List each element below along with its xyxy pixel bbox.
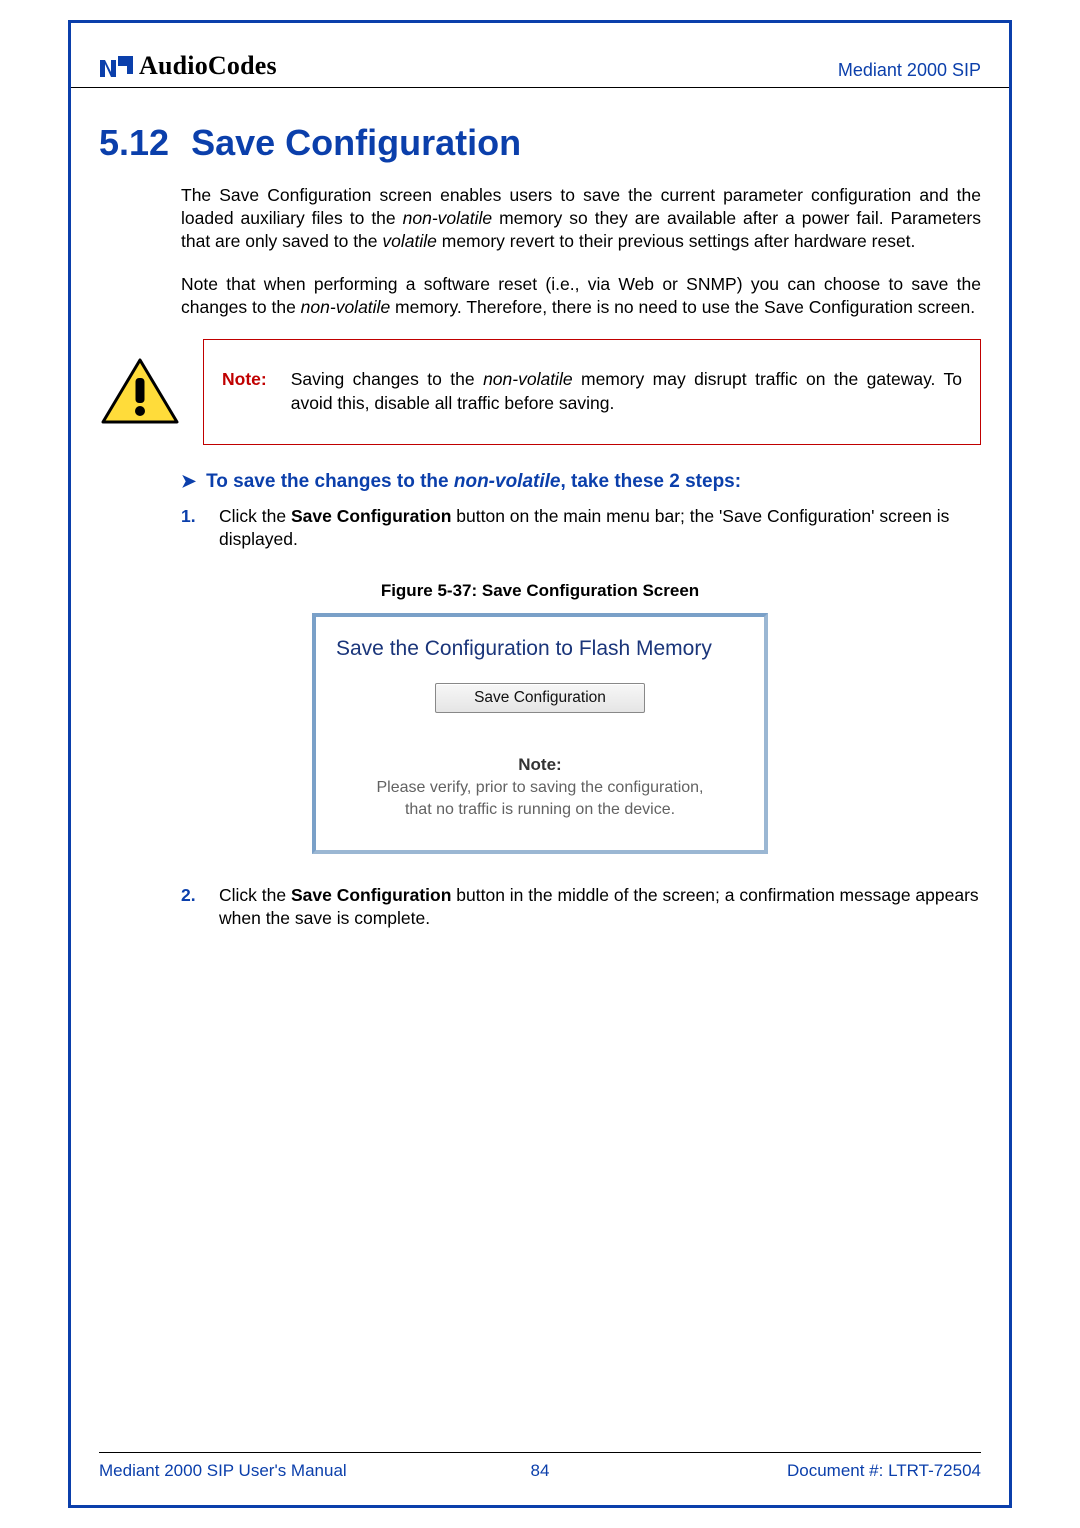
steps-list: 1. Click the Save Configuration button o…	[71, 505, 1009, 551]
step-2: 2. Click the Save Configuration button i…	[181, 884, 981, 930]
text-bold: Save Configuration	[291, 885, 451, 905]
page-header: AudioCodes Mediant 2000 SIP	[71, 23, 1009, 88]
step-1: 1. Click the Save Configuration button o…	[181, 505, 981, 551]
logo-text: AudioCodes	[139, 51, 277, 81]
section-number: 5.12	[99, 122, 169, 163]
save-config-screen: Save the Configuration to Flash Memory S…	[312, 613, 768, 854]
text-run: that no traffic is running on the device…	[405, 801, 675, 818]
body-text: The Save Configuration screen enables us…	[71, 164, 1009, 319]
save-configuration-button[interactable]: Save Configuration	[435, 683, 645, 713]
header-product-name: Mediant 2000 SIP	[838, 60, 981, 81]
section-title-text: Save Configuration	[191, 122, 521, 163]
text-run: memory revert to their previous settings…	[437, 231, 916, 251]
note-text: Saving changes to the non-volatile memor…	[291, 368, 962, 415]
step-text: Click the Save Configuration button on t…	[219, 505, 981, 551]
step-number: 2.	[181, 884, 205, 930]
audiocodes-logo-icon	[99, 53, 133, 79]
footer-right: Document #: LTRT-72504	[787, 1461, 981, 1481]
page-footer: Mediant 2000 SIP User's Manual 84 Docume…	[99, 1452, 981, 1481]
text-run: Please verify, prior to saving the confi…	[377, 779, 704, 796]
steps-list-continued: 2. Click the Save Configuration button i…	[71, 884, 1009, 930]
footer-left: Mediant 2000 SIP User's Manual	[99, 1461, 347, 1481]
step-number: 1.	[181, 505, 205, 551]
figure-caption: Figure 5-37: Save Configuration Screen	[71, 581, 1009, 601]
procedure-heading: ➤ To save the changes to the non-volatil…	[71, 471, 1009, 493]
note-label: Note:	[222, 368, 267, 415]
note-box: Note: Saving changes to the non-volatile…	[203, 339, 981, 444]
page-frame: AudioCodes Mediant 2000 SIP 5.12 Save Con…	[68, 20, 1012, 1508]
note-row: Note: Saving changes to the non-volatile…	[71, 339, 1009, 444]
text-run: Click the	[219, 885, 291, 905]
figure-body: Save the Configuration to Flash Memory S…	[71, 613, 1009, 884]
section-heading: 5.12 Save Configuration	[71, 88, 1009, 164]
text-italic: volatile	[382, 231, 436, 251]
chevron-right-icon: ➤	[181, 471, 196, 492]
text-run: To save the changes to the	[206, 471, 454, 492]
text-italic: non-volatile	[454, 471, 561, 492]
step-text: Click the Save Configuration button in t…	[219, 884, 981, 930]
text-bold: Save Configuration	[291, 506, 451, 526]
text-run: memory. Therefore, there is no need to u…	[390, 297, 975, 317]
text-run: Click the	[219, 506, 291, 526]
logo: AudioCodes	[99, 51, 277, 81]
screen-title: Save the Configuration to Flash Memory	[330, 637, 750, 661]
footer-page-number: 84	[531, 1461, 550, 1481]
screen-note-label: Note:	[330, 755, 750, 775]
paragraph-1: The Save Configuration screen enables us…	[181, 184, 981, 253]
warning-triangle-icon	[99, 339, 181, 444]
paragraph-2: Note that when performing a software res…	[181, 273, 981, 319]
procedure-heading-text: To save the changes to the non-volatile,…	[206, 471, 741, 493]
text-italic: non-volatile	[301, 297, 391, 317]
text-italic: non-volatile	[403, 208, 493, 228]
text-italic: non-volatile	[483, 369, 573, 389]
text-run: Saving changes to the	[291, 369, 483, 389]
text-run: , take these 2 steps:	[560, 471, 741, 492]
screen-note-text: Please verify, prior to saving the confi…	[330, 777, 750, 820]
